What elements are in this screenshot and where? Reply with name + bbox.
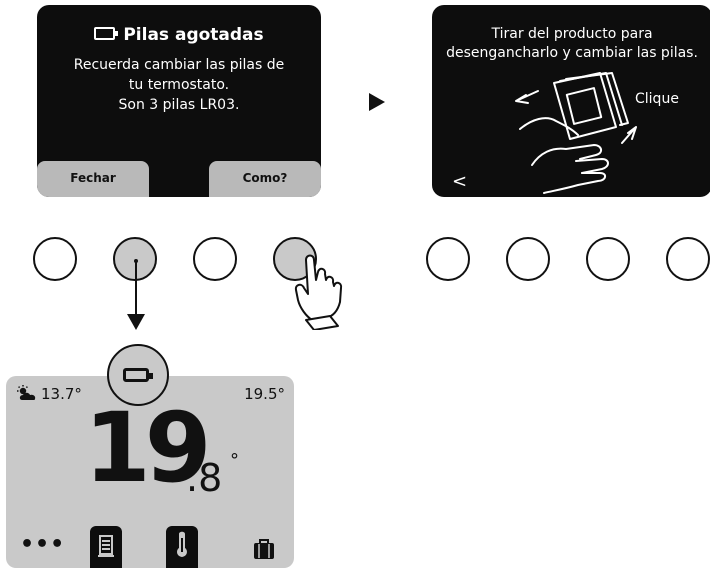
schedule-button[interactable] [90,526,122,568]
temperature-decimal: .8 [186,456,223,500]
physical-button-7[interactable] [586,237,630,281]
back-chevron-icon[interactable]: < [452,171,467,192]
battery-warning-bubble[interactable] [107,344,169,406]
alert-title: Pilas agotadas [37,25,321,45]
arrow-down-icon [127,259,145,330]
physical-button-1[interactable] [33,237,77,281]
physical-button-5[interactable] [426,237,470,281]
physical-button-8[interactable] [666,237,710,281]
degree-symbol: ° [230,450,239,471]
battery-icon [94,26,119,40]
physical-button-6[interactable] [506,237,550,281]
low-battery-screen: Pilas agotadas Recuerda cambiar las pila… [37,5,321,197]
physical-button-3[interactable] [193,237,237,281]
thermostat-home-screen: 13.7° 19.5° 19 .8 ° ••• [6,376,294,568]
battery-icon [123,368,153,382]
instruction-text: Tirar del producto para desengancharlo y… [446,26,698,61]
how-button[interactable]: Como? [209,161,321,197]
outdoor-temperature: 13.7° [16,385,82,403]
travel-suitcase-icon [254,539,274,559]
weather-sun-cloud-icon [17,385,36,400]
alert-message: Recuerda cambiar las pilas de tu termost… [73,57,285,113]
menu-dots[interactable]: ••• [20,532,65,557]
click-label: Clique [635,91,679,107]
schedule-icon [98,535,114,557]
instructions-screen: Tirar del producto para desengancharlo y… [432,5,710,197]
setpoint-temperature: 19.5° [244,385,285,403]
close-button[interactable]: Fechar [37,161,149,197]
travel-mode-button[interactable] [253,538,275,564]
hand-pulling-device-icon [515,72,637,194]
thermometer-button[interactable] [166,526,198,568]
thermometer-icon [177,531,187,557]
play-arrow-icon [369,93,385,111]
hand-pointer-icon [294,254,343,330]
